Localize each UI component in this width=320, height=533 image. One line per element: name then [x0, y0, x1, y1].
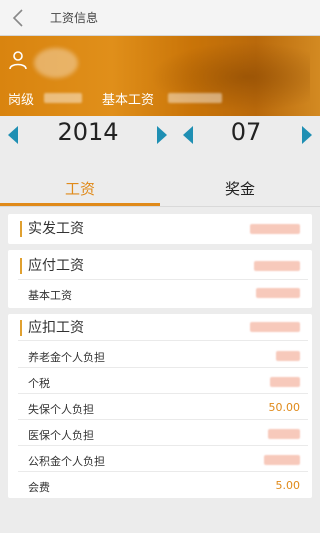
payable-salary-card: 应付工资 基本工资 [8, 250, 312, 308]
next-year-button[interactable] [157, 126, 167, 144]
pension-label: 养老金个人负担 [28, 351, 105, 364]
next-month-button[interactable] [302, 126, 312, 144]
deduction-title: 应扣工资 [20, 320, 84, 336]
prev-month-button[interactable] [183, 126, 193, 144]
base-salary-row-label: 基本工资 [28, 289, 72, 302]
unemployment-insurance-value: 50.00 [268, 401, 301, 414]
tab-salary[interactable]: 工资 [0, 170, 160, 206]
income-tax-label: 个税 [28, 377, 50, 390]
year-value: 2014 [57, 118, 119, 146]
housing-fund-value-redacted [264, 455, 300, 465]
tab-bonus[interactable]: 奖金 [160, 170, 320, 206]
user-icon [9, 51, 27, 70]
back-button[interactable] [0, 0, 36, 36]
position-label: 岗级 [8, 93, 35, 108]
unemployment-insurance-label: 失保个人负担 [28, 403, 94, 416]
medical-insurance-value-redacted [268, 429, 300, 439]
union-fee-value: 5.00 [275, 479, 301, 492]
actual-salary-title: 实发工资 [20, 221, 84, 237]
base-salary-value-redacted [168, 93, 222, 103]
month-value: 07 [230, 118, 262, 146]
income-tax-value-redacted [270, 377, 300, 387]
actual-salary-card: 实发工资 [8, 214, 312, 244]
position-value-redacted [44, 93, 82, 103]
payable-salary-title: 应付工资 [20, 258, 84, 274]
page-title: 工资信息 [50, 11, 99, 25]
prev-year-button[interactable] [8, 126, 18, 144]
payable-salary-value-redacted [254, 261, 300, 271]
profile-banner: 岗级 基本工资 [0, 36, 320, 116]
divider [0, 206, 320, 207]
deduction-value-redacted [250, 322, 300, 332]
actual-salary-value-redacted [250, 224, 300, 234]
chevron-left-icon [12, 8, 23, 27]
pension-value-redacted [276, 351, 300, 361]
medical-insurance-label: 医保个人负担 [28, 429, 94, 442]
base-salary-label: 基本工资 [102, 93, 155, 108]
tab-bar: 工资 奖金 [0, 170, 320, 206]
title-bar: 工资信息 [0, 0, 320, 36]
base-salary-row-value-redacted [256, 288, 300, 298]
avatar [34, 48, 78, 78]
housing-fund-label: 公积金个人负担 [28, 455, 105, 468]
union-fee-label: 会费 [28, 481, 50, 494]
deduction-card: 应扣工资 养老金个人负担 个税 失保个人负担 50.00 医保个人负担 公积金个… [8, 314, 312, 498]
